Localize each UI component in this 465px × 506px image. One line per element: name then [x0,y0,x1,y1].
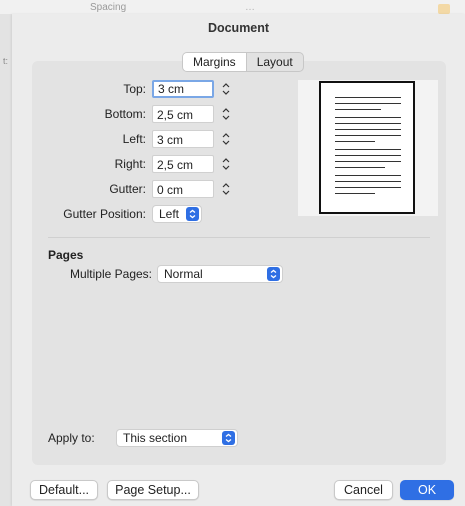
tab-segmented-control: Margins Layout [182,52,304,72]
gutter-position-label: Gutter Position: [63,207,146,221]
background-edge-text: t: [3,56,9,66]
apply-to-value: This section [123,431,188,445]
pages-heading: Pages [48,248,84,262]
section-divider [48,237,430,238]
bottom-margin-stepper[interactable] [220,105,232,123]
cancel-button[interactable]: Cancel [334,480,393,500]
stepper-icon [222,133,230,145]
right-margin-field[interactable]: 2,5 cm [152,155,214,173]
stepper-icon [222,183,230,195]
top-margin-label: Top: [123,82,146,96]
left-margin-field[interactable]: 3 cm [152,130,214,148]
multiple-pages-label: Multiple Pages: [69,267,152,281]
chevron-updown-icon [186,207,199,221]
top-margin-stepper[interactable] [220,80,232,98]
stepper-icon [222,108,230,120]
background-accent [438,4,450,14]
gutter-position-value: Left [159,207,180,221]
gutter-stepper[interactable] [220,180,232,198]
default-button[interactable]: Default... [30,480,98,500]
chevron-updown-icon [267,267,280,281]
background-left-edge: t: [0,14,12,506]
bottom-margin-field[interactable]: 2,5 cm [152,105,214,123]
background-window-strip: Spacing … [0,0,465,14]
background-peek-text: Spacing [90,2,127,13]
gutter-position-popup[interactable]: Left [152,205,202,223]
tab-margins[interactable]: Margins [183,53,247,71]
left-margin-label: Left: [122,132,146,146]
bottom-margin-label: Bottom: [104,107,146,121]
dialog-title: Document [207,21,270,35]
chevron-updown-icon [222,431,235,445]
document-dialog: Document Top: 3 cm Bottom: 2,5 cm Left: … [12,14,465,506]
stepper-icon [222,83,230,95]
tab-layout[interactable]: Layout [247,53,303,71]
apply-to-label: Apply to: [48,431,95,445]
right-margin-label: Right: [114,157,146,171]
apply-to-popup[interactable]: This section [116,429,238,447]
left-margin-stepper[interactable] [220,130,232,148]
right-margin-stepper[interactable] [220,155,232,173]
background-peek-text-2: … [245,2,255,13]
multiple-pages-value: Normal [164,267,203,281]
gutter-field[interactable]: 0 cm [152,180,214,198]
page-setup-button[interactable]: Page Setup... [107,480,199,500]
ok-button[interactable]: OK [400,480,454,500]
multiple-pages-popup[interactable]: Normal [157,265,283,283]
page-preview [319,81,415,214]
top-margin-field[interactable]: 3 cm [152,80,214,98]
gutter-label: Gutter: [109,182,146,196]
stepper-icon [222,158,230,170]
